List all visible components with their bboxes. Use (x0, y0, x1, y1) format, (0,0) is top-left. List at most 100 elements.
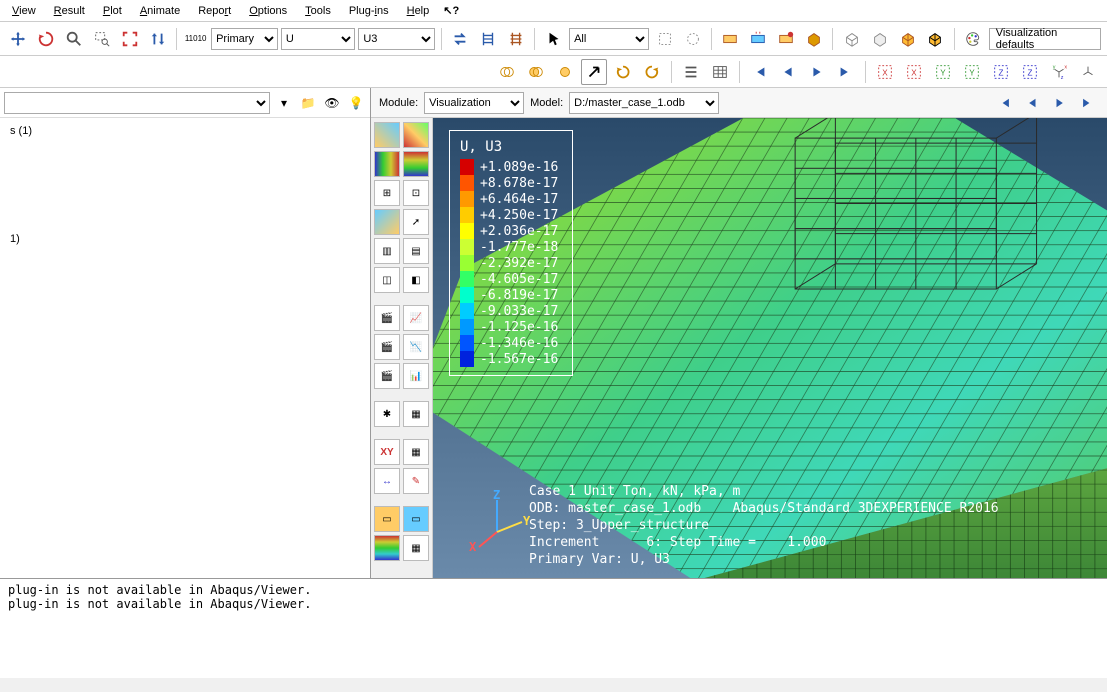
movie-icon[interactable]: 🎬 (374, 305, 400, 331)
zoom-icon[interactable] (62, 26, 87, 52)
view-xneg-icon[interactable]: X (872, 59, 898, 85)
shaded-edges-icon[interactable] (923, 26, 948, 52)
message-console[interactable]: plug-in is not available in Abaqus/Viewe… (0, 578, 1107, 678)
tree-item-1[interactable]: 1) (8, 230, 362, 248)
module-select[interactable]: Visualization (424, 92, 524, 114)
symbol-options-icon[interactable]: ⊡ (403, 180, 429, 206)
wireframe-icon[interactable] (839, 26, 864, 52)
rotate-icon[interactable] (34, 26, 59, 52)
menu-report[interactable]: Report (190, 3, 239, 19)
rail-icon-1[interactable] (476, 26, 501, 52)
cycle-views-icon[interactable] (145, 26, 170, 52)
play-icon[interactable] (804, 59, 830, 85)
overlay-opt-icon[interactable]: ◧ (403, 267, 429, 293)
output-type-select[interactable]: Primary (211, 28, 278, 50)
menu-view[interactable]: View (4, 3, 44, 19)
movie3-icon[interactable]: 🎬 (374, 363, 400, 389)
view-zneg-icon[interactable]: Z (988, 59, 1014, 85)
view-ypos-icon[interactable]: Y (959, 59, 985, 85)
triad-icon[interactable]: ✱ (374, 401, 400, 427)
menu-plot[interactable]: Plot (95, 3, 130, 19)
report-icon[interactable]: 📊 (403, 363, 429, 389)
triad-opt-icon[interactable]: ▦ (403, 401, 429, 427)
spectrum-opt-icon[interactable]: ▦ (403, 535, 429, 561)
swap-icon[interactable] (448, 26, 473, 52)
xy-create-icon[interactable]: XY (374, 439, 400, 465)
fit-icon[interactable] (118, 26, 143, 52)
overlay2-icon[interactable] (523, 59, 549, 85)
ply-icon[interactable]: ▥ (374, 238, 400, 264)
model-select[interactable]: D:/master_case_1.odb (569, 92, 719, 114)
contour-options-icon[interactable] (403, 151, 429, 177)
displaygroup-create-icon[interactable] (718, 26, 743, 52)
overlay-plot-icon[interactable]: ◫ (374, 267, 400, 293)
first-frame-icon[interactable] (746, 59, 772, 85)
pointer-icon[interactable] (541, 26, 566, 52)
displaygroup-replace-icon[interactable] (746, 26, 771, 52)
ctx-play-icon[interactable] (1049, 92, 1071, 114)
view-iso-icon[interactable]: xyz (1046, 59, 1072, 85)
view-xpos-icon[interactable]: X (901, 59, 927, 85)
selection-filter-select[interactable]: All (569, 28, 649, 50)
displaygroup-add-icon[interactable] (774, 26, 799, 52)
plot-deformed-icon[interactable] (403, 122, 429, 148)
results-tree[interactable]: s (1) 1) (0, 118, 370, 578)
contour-icon[interactable] (374, 151, 400, 177)
undo-rot-icon[interactable] (610, 59, 636, 85)
tree-filter-combo[interactable] (4, 92, 270, 114)
redo-rot-icon[interactable] (639, 59, 665, 85)
tree-bulb-icon[interactable]: 💡 (346, 93, 366, 113)
pan-icon[interactable] (6, 26, 31, 52)
list-icon[interactable] (678, 59, 704, 85)
field-opt-icon[interactable]: ▭ (403, 506, 429, 532)
zoom-box-icon[interactable] (90, 26, 115, 52)
prev-frame-icon[interactable] (775, 59, 801, 85)
last-frame-icon[interactable] (833, 59, 859, 85)
select-circle-icon[interactable] (680, 26, 705, 52)
view-yneg-icon[interactable]: Y (930, 59, 956, 85)
tree-item-0[interactable]: s (1) (8, 122, 362, 140)
tree-eye-icon[interactable]: 👁 (322, 93, 342, 113)
xy-sig-icon[interactable]: ✎ (403, 468, 429, 494)
table-icon[interactable] (707, 59, 733, 85)
ctx-prev-frame-icon[interactable] (1021, 92, 1043, 114)
menu-help[interactable]: Help (399, 3, 438, 19)
xy-table-icon[interactable]: ▦ (403, 439, 429, 465)
view-iso2-icon[interactable] (1075, 59, 1101, 85)
chart-icon[interactable]: 📈 (403, 305, 429, 331)
variable-select[interactable]: U (281, 28, 355, 50)
binary-toggle-icon[interactable]: 11010 (183, 26, 208, 52)
symbol-plot-icon[interactable]: ⊞ (374, 180, 400, 206)
ply-opt-icon[interactable]: ▤ (403, 238, 429, 264)
overlay3-icon[interactable] (552, 59, 578, 85)
hidden-icon[interactable] (867, 26, 892, 52)
menu-result[interactable]: Result (46, 3, 93, 19)
overlay1-icon[interactable] (494, 59, 520, 85)
tree-folder-icon[interactable]: 📁 (298, 93, 318, 113)
spectrum-icon[interactable] (374, 535, 400, 561)
select-box-icon[interactable] (652, 26, 677, 52)
component-select[interactable]: U3 (358, 28, 434, 50)
arrow-ne-icon[interactable] (581, 59, 607, 85)
palette-icon[interactable] (961, 26, 986, 52)
chart2-icon[interactable]: 📉 (403, 334, 429, 360)
menu-animate[interactable]: Animate (132, 3, 188, 19)
viewport[interactable]: U, U3 +1.089e-16+8.678e-17+6.464e-17+4.2… (433, 118, 1107, 578)
whats-this-icon[interactable]: ↖? (443, 4, 459, 17)
ctx-first-frame-icon[interactable] (993, 92, 1015, 114)
tree-sort-icon[interactable]: ▾ (274, 93, 294, 113)
shaded-icon[interactable] (895, 26, 920, 52)
ctx-last-frame-icon[interactable] (1077, 92, 1099, 114)
rail-icon-2[interactable] (503, 26, 528, 52)
menu-plugins[interactable]: Plug-ins (341, 3, 397, 19)
plot-undeformed-icon[interactable] (374, 122, 400, 148)
xy-dim-icon[interactable]: ↔ (374, 468, 400, 494)
viz-defaults-select[interactable]: Visualization defaults (989, 28, 1101, 50)
view-zpos-icon[interactable]: Z (1017, 59, 1043, 85)
material-opt-icon[interactable]: ➚ (403, 209, 429, 235)
material-orient-icon[interactable] (374, 209, 400, 235)
movie2-icon[interactable]: 🎬 (374, 334, 400, 360)
menu-tools[interactable]: Tools (297, 3, 339, 19)
menu-options[interactable]: Options (241, 3, 295, 19)
field-output-icon[interactable]: ▭ (374, 506, 400, 532)
